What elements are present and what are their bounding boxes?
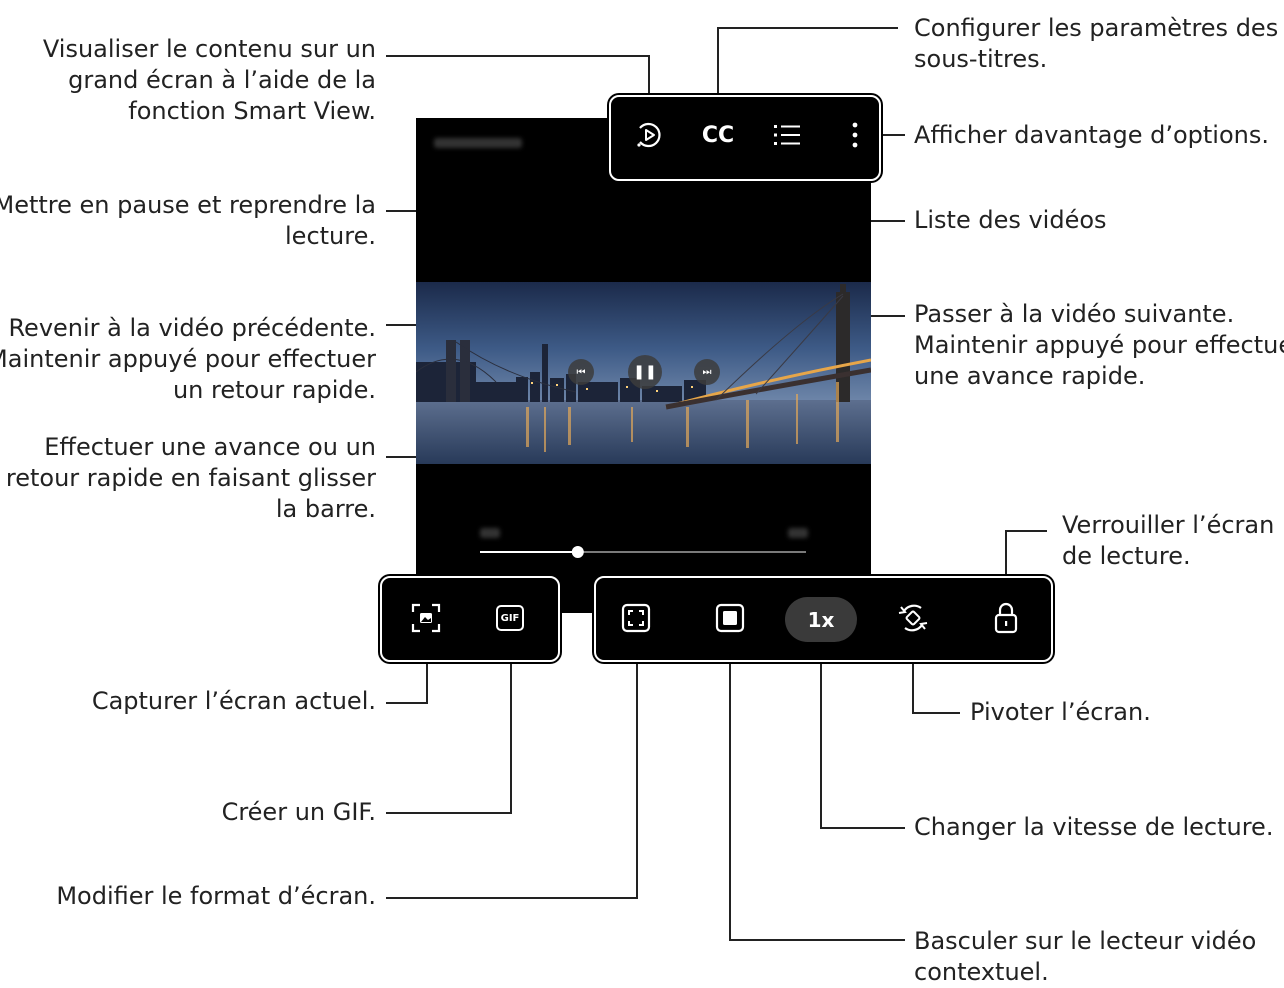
- elapsed-time-blur: [480, 528, 500, 538]
- callout-subtitles-line1: Configurer les paramètres des: [914, 14, 1279, 42]
- popup-player-icon: [715, 603, 745, 633]
- previous-button[interactable]: ⏮: [568, 359, 594, 385]
- aspect-ratio-button[interactable]: [616, 598, 656, 638]
- callout-ratio: Modifier le format d’écran.: [56, 882, 376, 910]
- gif-icon: GIF: [496, 605, 524, 631]
- callout-next-line1: Passer à la vidéo suivante.: [914, 300, 1235, 328]
- video-list-button[interactable]: [768, 116, 806, 154]
- lock-button[interactable]: [986, 598, 1026, 638]
- callout-seek-line1: Effectuer une avance ou un: [44, 433, 376, 461]
- capture-icon: [411, 603, 441, 633]
- callout-rotate: Pivoter l’écran.: [970, 698, 1151, 726]
- pause-button[interactable]: ❚❚: [628, 355, 662, 389]
- line-gif: [386, 650, 512, 814]
- seek-thumb[interactable]: [571, 546, 584, 558]
- callout-popup-line1: Basculer sur le lecteur vidéo: [914, 927, 1257, 955]
- callout-lock: Verrouiller l’écran de lecture.: [1062, 510, 1274, 572]
- callout-previous-line1: Revenir à la vidéo précédente.: [8, 314, 376, 342]
- callout-smart-view-line1: Visualiser le contenu sur un: [42, 35, 376, 63]
- callout-previous: Revenir à la vidéo précédente. Maintenir…: [0, 313, 376, 406]
- seek-bar[interactable]: [470, 540, 820, 564]
- aspect-ratio-icon: [621, 603, 651, 633]
- smart-view-button[interactable]: [630, 116, 668, 154]
- capture-button[interactable]: [406, 598, 446, 638]
- callout-pause-line1: Mettre en pause et reprendre la: [0, 191, 376, 219]
- line-speed: [820, 650, 905, 829]
- video-title-blur: [434, 138, 522, 148]
- callout-popup-line2: contextuel.: [914, 958, 1049, 986]
- callout-capture: Capturer l’écran actuel.: [91, 687, 376, 715]
- pause-icon: ❚❚: [633, 364, 657, 380]
- callout-lock-line2: de lecture.: [1062, 542, 1191, 570]
- callout-pause-line2: lecture.: [285, 222, 376, 250]
- next-button[interactable]: ⏭: [694, 359, 720, 385]
- callout-seek: Effectuer une avance ou un retour rapide…: [6, 432, 376, 525]
- rotate-icon: [898, 604, 928, 632]
- callout-seek-line3: la barre.: [275, 495, 376, 523]
- line-smart-view: [386, 55, 650, 115]
- callout-gif: Créer un GIF.: [221, 798, 376, 826]
- lock-icon: [994, 602, 1018, 634]
- callout-next-line2: Maintenir appuyé pour effectuer: [914, 331, 1284, 359]
- callout-next: Passer à la vidéo suivante. Maintenir ap…: [914, 299, 1284, 392]
- callout-pause: Mettre en pause et reprendre la lecture.: [0, 190, 376, 252]
- cc-icon: CC: [701, 122, 735, 148]
- next-icon: ⏭: [702, 366, 712, 378]
- callout-next-line3: une avance rapide.: [914, 362, 1146, 390]
- callout-popup: Basculer sur le lecteur vidéo contextuel…: [914, 926, 1256, 988]
- rotate-button[interactable]: [893, 598, 933, 638]
- more-options-button[interactable]: [840, 116, 870, 154]
- cc-button[interactable]: CC: [698, 116, 738, 154]
- callout-subtitles: Configurer les paramètres des sous-titre…: [914, 13, 1278, 75]
- callout-more: Afficher davantage d’options.: [914, 121, 1269, 149]
- callout-smart-view-line3: fonction Smart View.: [128, 97, 376, 125]
- callout-smart-view-line2: grand écran à l’aide de la: [68, 66, 376, 94]
- line-popup: [729, 650, 905, 941]
- gif-button[interactable]: GIF: [490, 598, 530, 638]
- callout-previous-line3: un retour rapide.: [172, 376, 376, 404]
- callout-speed: Changer la vitesse de lecture.: [914, 813, 1274, 841]
- popup-player-button[interactable]: [710, 598, 750, 638]
- previous-icon: ⏮: [576, 366, 586, 378]
- callout-list: Liste des vidéos: [914, 206, 1107, 234]
- callout-previous-line2: Maintenir appuyé pour effectuer: [0, 345, 376, 373]
- callout-seek-line2: retour rapide en faisant glisser: [5, 464, 376, 492]
- callout-lock-line1: Verrouiller l’écran: [1062, 511, 1275, 539]
- callout-subtitles-line2: sous-titres.: [914, 45, 1048, 73]
- total-time-blur: [788, 528, 808, 538]
- list-icon: [774, 125, 800, 145]
- smart-view-icon: [637, 122, 661, 148]
- more-icon: [852, 122, 858, 148]
- speed-button[interactable]: 1x: [785, 597, 857, 642]
- callout-smart-view: Visualiser le contenu sur un grand écran…: [43, 34, 376, 127]
